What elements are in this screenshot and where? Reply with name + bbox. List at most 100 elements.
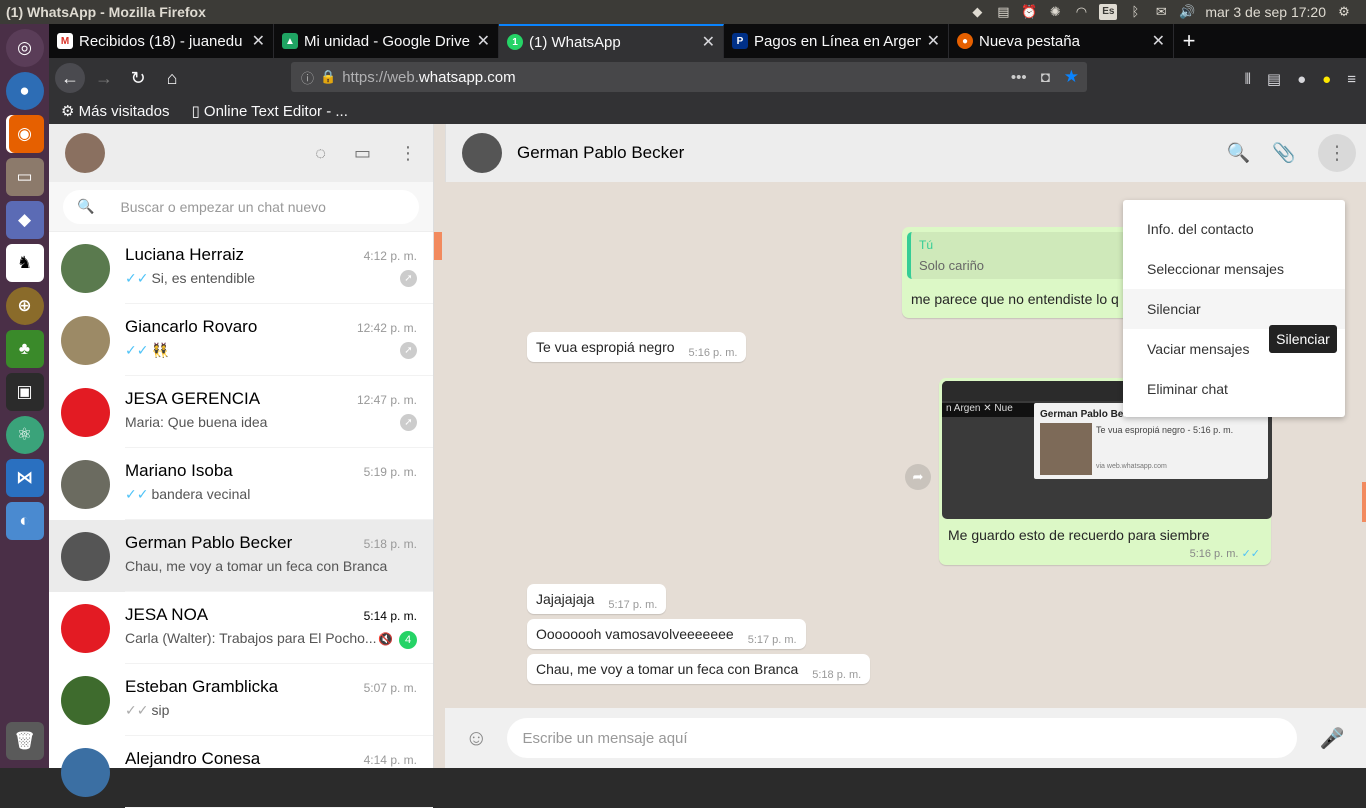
window-title: (1) WhatsApp - Mozilla Firefox — [6, 4, 206, 20]
home-button[interactable]: ⌂ — [157, 63, 187, 93]
forward-icon[interactable]: ➦ — [905, 464, 931, 490]
chat-list-item[interactable]: Esteban Gramblicka 5:07 p. m. ✓✓ sip — [49, 664, 433, 736]
chat-list-item[interactable]: Giancarlo Rovaro 12:42 p. m. ✓✓ 👯 ➚ — [49, 304, 433, 376]
pocket-icon[interactable]: ◘ — [1041, 69, 1050, 86]
game-icon[interactable]: ♣ — [5, 330, 44, 368]
conversation-menu: Info. del contacto Seleccionar mensajes … — [1123, 200, 1345, 417]
notification-via: via web.whatsapp.com — [1096, 463, 1167, 470]
tab-whatsapp[interactable]: 1 (1) WhatsApp ✕ — [499, 24, 724, 58]
status-icon[interactable]: ◌ — [315, 143, 326, 164]
chat-list-item[interactable]: Mariano Isoba 5:19 p. m. ✓✓ bandera vecinal — [49, 448, 433, 520]
chat-list-item[interactable]: JESA GERENCIA 12:47 p. m. Maria: Que buena… — [49, 376, 433, 448]
notification-body: Te vua espropiá negro - 5:16 p. m. — [1096, 425, 1234, 435]
microphone-icon[interactable]: 🎤 — [1319, 726, 1344, 751]
wifi-icon[interactable]: ◠ — [1073, 4, 1089, 20]
message-bubble-in[interactable]: Chau, me voy a tomar un feca con Branca 5… — [527, 654, 871, 684]
bluetooth-icon[interactable]: ᛒ — [1127, 4, 1143, 20]
vscode-icon[interactable]: ⋈ — [5, 459, 44, 497]
message-input[interactable]: Escribe un mensaje aquí — [507, 718, 1298, 758]
system-clock[interactable]: mar 3 de sep 17:20 — [1205, 4, 1326, 20]
sidebar-scrollbar[interactable] — [434, 232, 442, 260]
trash-icon[interactable]: 🗑 — [5, 722, 44, 760]
message-bubble-in[interactable]: Jajajajaja 5:17 p. m. — [527, 584, 667, 614]
menu-item-contact-info[interactable]: Info. del contacto — [1123, 209, 1345, 249]
tab-drive[interactable]: ▲ Mi unidad - Google Drive ✕ — [274, 24, 499, 58]
tab-paypal[interactable]: P Pagos en Línea en Argen ✕ — [724, 24, 949, 58]
chat-list-item[interactable]: JESA NOA 5:14 p. m. Carla (Walter): Trabaj… — [49, 592, 433, 664]
extension-icon[interactable]: ● — [1322, 71, 1331, 88]
search-input[interactable]: 🔍 Buscar o empezar un chat nuevo — [63, 189, 419, 224]
file-manager-icon[interactable]: ▭ — [5, 158, 44, 196]
menu-icon[interactable]: ≡ — [1347, 71, 1356, 88]
crosshair-app-icon[interactable]: ⊕ — [5, 287, 44, 325]
chat-list-item[interactable]: Alejandro Conesa 4:14 p. m. — [49, 736, 433, 808]
mail-icon[interactable]: ✉ — [1153, 4, 1169, 20]
firefox-icon[interactable]: ◉ — [5, 115, 44, 153]
bookmark-most-visited[interactable]: ⚙ Más visitados — [61, 102, 170, 120]
library-icon[interactable]: ⫴ — [1245, 71, 1251, 88]
dropbox-icon[interactable]: ◆ — [969, 4, 985, 20]
new-tab-button[interactable]: + — [1174, 24, 1204, 58]
close-icon[interactable]: ✕ — [927, 31, 940, 51]
close-icon[interactable]: ✕ — [1152, 31, 1165, 51]
message-bubble-in[interactable]: Oooooooh vamosavolveeeeeee 5:17 p. m. — [527, 619, 806, 649]
chat-list-item[interactable]: German Pablo Becker 5:18 p. m. Chau, me vo… — [49, 520, 433, 592]
account-icon[interactable]: ● — [1297, 71, 1306, 88]
emoji-icon[interactable]: ☺ — [465, 725, 487, 751]
keyboard-layout-indicator[interactable]: Es — [1099, 4, 1118, 20]
power-icon[interactable]: ⚙ — [1336, 4, 1352, 20]
terminal-icon[interactable]: ▣ — [5, 373, 44, 411]
forward-button[interactable]: → — [89, 63, 119, 93]
terminal-bull-icon[interactable]: ♞ — [5, 244, 44, 282]
sidebar-toggle-icon[interactable]: ▤ — [1267, 70, 1281, 88]
ubuntu-logo-icon[interactable]: ◎ — [5, 29, 44, 67]
firefox-icon: ● — [957, 33, 973, 49]
volume-icon[interactable]: 🔊 — [1179, 4, 1195, 20]
quoted-message[interactable]: Tú Solo cariño — [907, 232, 1127, 279]
info-icon[interactable]: ⓘ — [301, 68, 314, 87]
clipboard-icon[interactable]: ▤ — [995, 4, 1011, 20]
tab-gmail[interactable]: M Recibidos (18) - juanedu ✕ — [49, 24, 274, 58]
message-bubble-reply[interactable]: Tú Solo cariño me parece que no entendis… — [902, 227, 1132, 318]
sync-icon[interactable]: ✺ — [1047, 4, 1063, 20]
reload-button[interactable]: ↻ — [123, 63, 153, 93]
close-icon[interactable]: ✕ — [252, 31, 265, 51]
chat-last-message-text: 👯 — [151, 342, 169, 358]
chat-list-item[interactable]: Luciana Herraiz 4:12 p. m. ✓✓ Si, es entend… — [49, 232, 433, 304]
search-icon[interactable]: 🔍 — [1227, 141, 1251, 165]
menu-dots-icon[interactable]: ⋮ — [399, 143, 417, 164]
muted-icon: 🔇 — [378, 632, 393, 646]
bookmark-star-icon[interactable]: ★ — [1064, 67, 1079, 87]
tab-new[interactable]: ● Nueva pestaña ✕ — [949, 24, 1174, 58]
ethereum-icon[interactable]: ◆ — [5, 201, 44, 239]
back-button[interactable]: ← — [55, 63, 85, 93]
menu-item-select-messages[interactable]: Seleccionar mensajes — [1123, 249, 1345, 289]
url-text[interactable]: https://web.whatsapp.com — [336, 69, 1011, 86]
message-bubble-in[interactable]: Te vua espropiá negro 5:16 p. m. — [527, 332, 747, 362]
drive-icon: ▲ — [282, 33, 298, 49]
close-icon[interactable]: ✕ — [702, 32, 715, 52]
chat-sidebar: ◌ ▭ ⋮ 🔍 Buscar o empezar un chat nuevo L… — [49, 124, 434, 808]
menu-item-mute[interactable]: Silenciar — [1123, 289, 1345, 329]
chat-last-message: ✓✓ bandera vecinal — [125, 486, 400, 503]
my-avatar[interactable] — [65, 133, 105, 173]
new-chat-icon[interactable]: ▭ — [354, 143, 371, 164]
chrome-icon[interactable]: ● — [5, 72, 44, 110]
attach-icon[interactable]: 📎 — [1272, 141, 1296, 165]
contact-name[interactable]: German Pablo Becker — [517, 143, 684, 163]
notification-avatar — [1040, 423, 1092, 475]
alarm-icon[interactable]: ⏰ — [1021, 4, 1037, 20]
url-bar[interactable]: ⓘ 🔒 https://web.whatsapp.com ••• ◘ ★ — [291, 62, 1087, 92]
contact-avatar[interactable] — [462, 133, 502, 173]
page-actions-icon[interactable]: ••• — [1011, 69, 1027, 86]
bookmark-online-text-editor[interactable]: ▯ Online Text Editor - ... — [192, 102, 348, 120]
system-tray: ◆ ▤ ⏰ ✺ ◠ Es ᛒ ✉ 🔊 mar 3 de sep 17:20 ⚙ — [969, 4, 1366, 20]
menu-dots-icon[interactable]: ⋮ — [1318, 134, 1356, 172]
app-icon[interactable]: ◐ — [5, 502, 44, 540]
atom-icon[interactable]: ⚛ — [5, 416, 44, 454]
message-time: 5:16 p. m. — [688, 347, 738, 359]
chat-time: 4:14 p. m. — [363, 753, 417, 767]
menu-item-delete-chat[interactable]: Eliminar chat — [1123, 369, 1345, 409]
chat-info: Esteban Gramblicka 5:07 p. m. ✓✓ sip — [125, 664, 433, 736]
close-icon[interactable]: ✕ — [477, 31, 490, 51]
